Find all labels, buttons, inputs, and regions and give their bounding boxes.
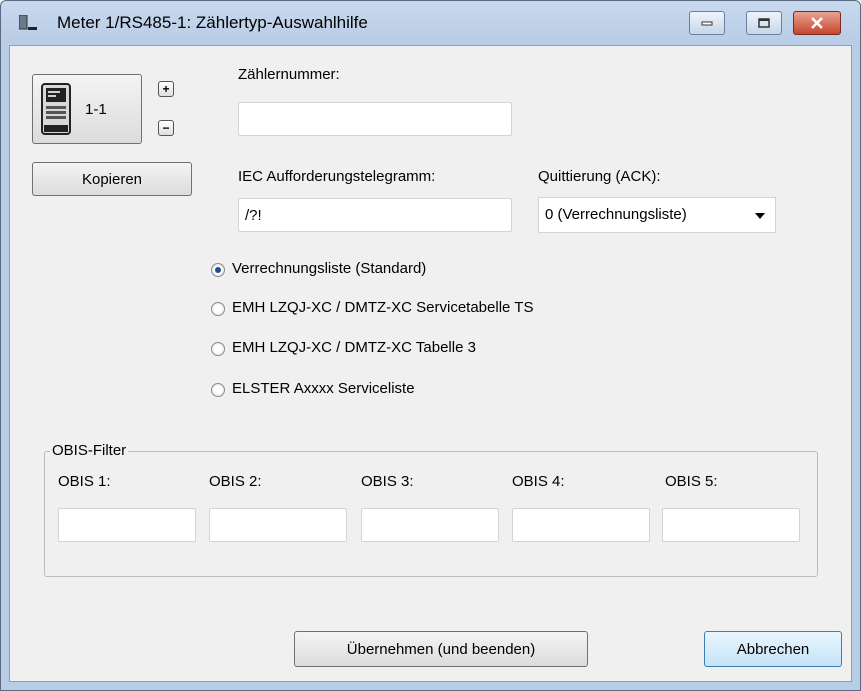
meter-number-label: Zählernummer: bbox=[238, 66, 340, 83]
obis-filter-label: OBIS-Filter bbox=[50, 442, 129, 459]
obis-3-input[interactable] bbox=[361, 508, 499, 542]
meter-id-label: 1-1 bbox=[85, 100, 107, 118]
obis-1-label: OBIS 1: bbox=[58, 473, 111, 490]
obis-3-label: OBIS 3: bbox=[361, 473, 414, 490]
meter-tile[interactable]: 1-1 bbox=[32, 74, 142, 144]
decrement-button[interactable]: − bbox=[158, 120, 174, 136]
maximize-icon bbox=[758, 18, 770, 28]
close-button[interactable] bbox=[793, 11, 841, 35]
close-icon bbox=[811, 17, 823, 29]
obis-5-input[interactable] bbox=[662, 508, 800, 542]
app-icon bbox=[19, 15, 37, 30]
cancel-button[interactable]: Abbrechen bbox=[704, 631, 842, 667]
meter-icon bbox=[41, 83, 71, 135]
obis-4-input[interactable] bbox=[512, 508, 650, 542]
iec-request-input[interactable]: /?! bbox=[238, 198, 512, 232]
obis-5-label: OBIS 5: bbox=[665, 473, 718, 490]
apply-button[interactable]: Übernehmen (und beenden) bbox=[294, 631, 588, 667]
radio-emh-servicetabelle[interactable] bbox=[211, 302, 225, 316]
chevron-down-icon bbox=[755, 213, 765, 219]
obis-4-label: OBIS 4: bbox=[512, 473, 565, 490]
increment-button[interactable]: + bbox=[158, 81, 174, 97]
radio-emh-servicetabelle-label[interactable]: EMH LZQJ-XC / DMTZ-XC Servicetabelle TS bbox=[232, 299, 533, 316]
meter-number-input[interactable] bbox=[238, 102, 512, 136]
radio-emh-tabelle3[interactable] bbox=[211, 342, 225, 356]
title-bar[interactable]: Meter 1/RS485-1: Zählertyp-Auswahlhilfe bbox=[1, 1, 860, 45]
minimize-icon bbox=[701, 21, 713, 26]
obis-2-input[interactable] bbox=[209, 508, 347, 542]
obis-2-label: OBIS 2: bbox=[209, 473, 262, 490]
radio-emh-tabelle3-label[interactable]: EMH LZQJ-XC / DMTZ-XC Tabelle 3 bbox=[232, 339, 476, 356]
maximize-button[interactable] bbox=[746, 11, 782, 35]
obis-1-input[interactable] bbox=[58, 508, 196, 542]
ack-label: Quittierung (ACK): bbox=[538, 168, 661, 185]
dialog-window: Meter 1/RS485-1: Zählertyp-Auswahlhilfe bbox=[0, 0, 861, 691]
iec-request-label: IEC Aufforderungstelegramm: bbox=[238, 168, 436, 185]
radio-verrechnungsliste-label[interactable]: Verrechnungsliste (Standard) bbox=[232, 260, 426, 277]
radio-elster[interactable] bbox=[211, 383, 225, 397]
ack-select-value: 0 (Verrechnungsliste) bbox=[545, 206, 687, 223]
ack-select[interactable]: 0 (Verrechnungsliste) bbox=[538, 197, 776, 233]
window-title: Meter 1/RS485-1: Zählertyp-Auswahlhilfe bbox=[57, 13, 368, 32]
minimize-button[interactable] bbox=[689, 11, 725, 35]
copy-button[interactable]: Kopieren bbox=[32, 162, 192, 196]
dialog-client-area: 1-1 + − Kopieren Zählernummer: IEC Auffo… bbox=[9, 45, 852, 682]
radio-verrechnungsliste[interactable] bbox=[211, 263, 225, 277]
radio-elster-label[interactable]: ELSTER Axxxx Serviceliste bbox=[232, 380, 415, 397]
